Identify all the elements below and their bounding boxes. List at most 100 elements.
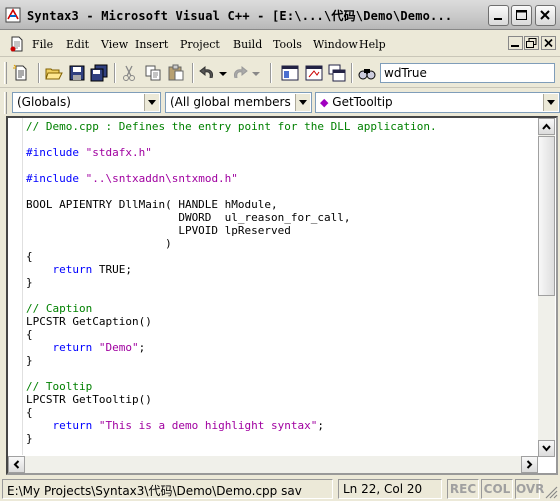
code-line[interactable]: return "This is a demo highlight syntax"… <box>26 419 324 432</box>
code-keyword: return <box>26 341 99 354</box>
menu-tools[interactable]: Tools <box>273 38 302 51</box>
menu-window[interactable]: Window <box>313 38 358 51</box>
code-line[interactable]: ) <box>26 237 172 250</box>
arrow-down-icon <box>542 445 551 452</box>
save-icon[interactable] <box>68 64 86 82</box>
chevron-down-icon[interactable] <box>144 94 159 111</box>
code-line[interactable]: #include "stdafx.h" <box>26 146 152 159</box>
menu-view[interactable]: View <box>101 38 128 51</box>
new-text-file-icon[interactable] <box>12 64 30 82</box>
document-restore-button[interactable] <box>524 36 539 50</box>
code-text: { <box>26 406 33 419</box>
code-line[interactable]: // Tooltip <box>26 380 92 393</box>
selection-margin[interactable] <box>8 118 23 455</box>
toolbar-separator <box>270 63 272 83</box>
code-line[interactable]: { <box>26 250 33 263</box>
member-combo-value: GetTooltip <box>332 95 393 109</box>
redo-icon[interactable] <box>231 64 249 82</box>
output-window-icon[interactable] <box>305 64 323 82</box>
open-folder-icon[interactable] <box>45 64 63 82</box>
horizontal-scrollbar[interactable] <box>8 456 538 473</box>
class-combo[interactable]: (Globals) <box>12 92 161 113</box>
code-line[interactable]: LPVOID lpReserved <box>26 224 291 237</box>
maximize-icon <box>516 10 527 20</box>
code-string: "..\sntxaddn\sntxmod.h" <box>85 172 238 185</box>
code-line[interactable]: { <box>26 328 33 341</box>
code-line[interactable]: } <box>26 432 33 445</box>
arrow-left-icon <box>13 460 20 469</box>
cut-icon[interactable] <box>120 64 138 82</box>
menu-edit[interactable]: Edit <box>66 38 89 51</box>
menu-file[interactable]: File <box>32 38 53 51</box>
chevron-down-icon[interactable] <box>295 94 310 111</box>
code-text: ; <box>138 341 146 354</box>
code-string: "Demo" <box>98 341 139 354</box>
status-bar: E:\My Projects\Syntax3\代码\Demo\Demo.cpp … <box>0 477 560 501</box>
visual-cpp-app-icon[interactable] <box>5 7 21 23</box>
code-text: ) <box>26 237 172 250</box>
code-line[interactable]: return TRUE; <box>26 263 132 276</box>
status-ovr-indicator: OVR <box>515 479 544 499</box>
vertical-scroll-thumb[interactable] <box>538 136 555 296</box>
maximize-button[interactable] <box>511 5 532 26</box>
menu-help[interactable]: Help <box>359 38 386 51</box>
close-button[interactable] <box>535 5 556 26</box>
member-combo[interactable]: ◆ GetTooltip <box>315 92 560 113</box>
arrow-up-icon <box>542 123 551 130</box>
chevron-down-icon[interactable] <box>543 94 558 111</box>
toolbar-separator <box>351 63 353 83</box>
menu-project[interactable]: Project <box>180 38 220 51</box>
status-rec-indicator: REC <box>447 479 479 499</box>
code-text: TRUE; <box>98 263 132 276</box>
code-keyword: return <box>26 419 99 432</box>
code-line[interactable]: // Caption <box>26 302 92 315</box>
paste-icon[interactable] <box>167 64 185 82</box>
scroll-down-button[interactable] <box>538 440 555 457</box>
copy-icon[interactable] <box>144 64 162 82</box>
code-keyword: return <box>26 263 99 276</box>
code-line[interactable]: LPCSTR GetCaption() <box>26 315 152 328</box>
document-close-button[interactable] <box>541 36 556 50</box>
function-diamond-icon: ◆ <box>320 96 329 109</box>
scroll-right-button[interactable] <box>521 456 538 473</box>
size-grip-icon[interactable] <box>543 484 558 499</box>
undo-dropdown-icon[interactable] <box>218 64 228 82</box>
code-line[interactable]: BOOL APIENTRY DllMain( HANDLE hModule, <box>26 198 278 211</box>
code-text: BOOL APIENTRY DllMain( HANDLE hModule, <box>26 198 278 211</box>
window-list-icon[interactable] <box>328 64 346 82</box>
code-comment: // Tooltip <box>26 380 93 393</box>
code-line[interactable]: DWORD ul_reason_for_call, <box>26 211 351 224</box>
document-minimize-button[interactable] <box>508 36 523 50</box>
code-text: DWORD ul_reason_for_call, <box>26 211 351 224</box>
find-in-files-icon[interactable] <box>358 64 376 82</box>
menu-insert[interactable]: Insert <box>135 38 168 51</box>
scroll-up-button[interactable] <box>538 118 555 135</box>
menu-build[interactable]: Build <box>233 38 262 51</box>
toolbar-grip[interactable] <box>4 92 7 114</box>
filter-combo[interactable]: (All global members <box>165 92 312 113</box>
code-line[interactable]: } <box>26 276 33 289</box>
code-line[interactable]: // Demo.cpp : Defines the entry point fo… <box>26 120 437 133</box>
save-all-icon[interactable] <box>90 64 108 82</box>
toolbar-separator <box>114 63 116 83</box>
source-editor[interactable]: // Demo.cpp : Defines the entry point fo… <box>26 118 536 455</box>
document-icon[interactable] <box>9 36 25 52</box>
toolbar-grip[interactable] <box>4 62 7 84</box>
window-title: Syntax3 - Microsoft Visual C++ - [E:\...… <box>27 9 453 23</box>
minimize-button[interactable] <box>488 5 509 26</box>
scroll-left-button[interactable] <box>8 456 25 473</box>
code-text: ; <box>317 419 325 432</box>
code-line[interactable]: LPCSTR GetTooltip() <box>26 393 152 406</box>
undo-icon[interactable] <box>198 64 216 82</box>
code-line[interactable]: { <box>26 406 33 419</box>
code-string: "This is a demo highlight syntax" <box>98 419 318 432</box>
filter-combo-value: (All global members <box>170 95 291 109</box>
code-line[interactable]: return "Demo"; <box>26 341 145 354</box>
redo-dropdown-icon[interactable] <box>251 64 261 82</box>
workspace-icon[interactable] <box>281 64 299 82</box>
find-combo-input[interactable] <box>380 63 555 83</box>
code-comment: // Caption <box>26 302 93 315</box>
code-line[interactable]: } <box>26 354 33 367</box>
code-line[interactable]: #include "..\sntxaddn\sntxmod.h" <box>26 172 238 185</box>
minimize-icon <box>494 18 502 20</box>
